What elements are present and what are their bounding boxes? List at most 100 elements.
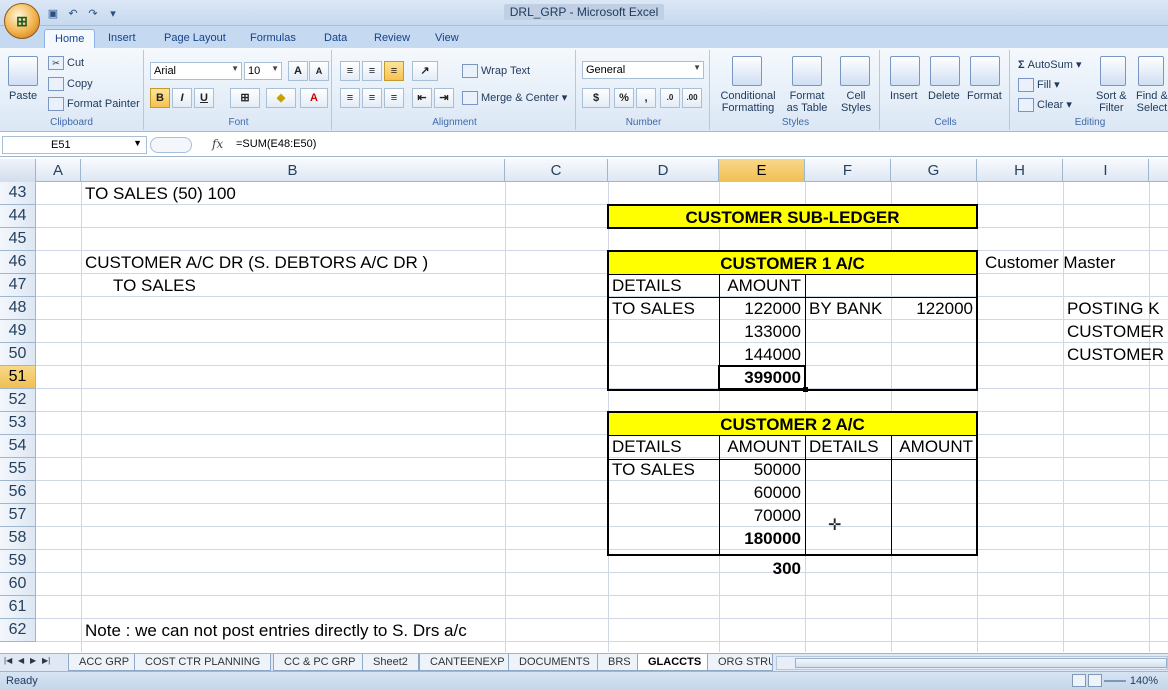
align-left-icon[interactable]: ≡ [340, 88, 360, 108]
decrease-indent-icon[interactable]: ⇤ [412, 88, 432, 108]
cell-e58[interactable]: 180000 [719, 527, 805, 550]
align-bottom-icon[interactable]: ≡ [384, 61, 404, 81]
align-center-icon[interactable]: ≡ [362, 88, 382, 108]
sheet-tab-cost-ctr-planning[interactable]: COST CTR PLANNING [134, 654, 272, 671]
cell-e47[interactable]: AMOUNT [719, 274, 805, 297]
cell-f54[interactable]: DETAILS [805, 435, 891, 458]
zoom-slider[interactable] [1104, 680, 1126, 682]
sheet-tab-canteenexp[interactable]: CANTEENEXP [419, 654, 516, 671]
office-button[interactable]: ⊞ [4, 3, 40, 39]
format-as-table-button[interactable]: Format as Table [782, 90, 832, 114]
align-middle-icon[interactable]: ≡ [362, 61, 382, 81]
sheet-tab-cc-pc-grp[interactable]: CC & PC GRP [273, 654, 367, 671]
row-header[interactable]: 58 [0, 527, 36, 550]
cell-d48[interactable]: TO SALES [608, 297, 719, 320]
cut-button[interactable]: ✂ Cut [48, 56, 84, 70]
tab-insert[interactable]: Insert [98, 29, 146, 48]
sort-filter-button[interactable]: Sort & Filter [1096, 90, 1127, 114]
sheet-tab-glaccts[interactable]: GLACCTS [637, 654, 713, 671]
increase-decimal-icon[interactable]: .0 [660, 88, 680, 108]
row-header[interactable]: 62 [0, 619, 36, 642]
formula-input[interactable]: =SUM(E48:E50) [236, 138, 316, 150]
column-header-g[interactable]: G [891, 159, 977, 182]
orientation-icon[interactable]: ↗ [412, 61, 438, 81]
wrap-text-button[interactable]: Wrap Text [462, 64, 530, 78]
font-size-combo[interactable]: 10 ▼ [244, 62, 282, 80]
cell-e48[interactable]: 122000 [719, 297, 805, 320]
insert-cells-button[interactable]: Insert [890, 90, 918, 102]
sheet-tab-org-stru[interactable]: ORG STRU [707, 654, 773, 671]
row-header[interactable]: 54 [0, 435, 36, 458]
cell-e59[interactable]: 300 [719, 557, 805, 580]
cell-e55[interactable]: 50000 [719, 458, 805, 481]
select-all-button[interactable] [0, 159, 36, 182]
copy-button[interactable]: Copy [48, 77, 93, 91]
tab-data[interactable]: Data [314, 29, 357, 48]
cell-e57[interactable]: 70000 [719, 504, 805, 527]
row-header[interactable]: 47 [0, 274, 36, 297]
cell-h46[interactable]: Customer Master [981, 251, 1151, 274]
sheet-tab-acc-grp[interactable]: ACC GRP [68, 654, 141, 671]
row-header[interactable]: 61 [0, 596, 36, 619]
sheet-tab-brs[interactable]: BRS [597, 654, 642, 671]
cell-i49[interactable]: CUSTOMER [1063, 320, 1168, 343]
column-header-c[interactable]: C [505, 159, 608, 182]
format-painter-button[interactable]: Format Painter [48, 97, 140, 111]
row-header[interactable]: 49 [0, 320, 36, 343]
row-header[interactable]: 52 [0, 389, 36, 412]
column-header-e[interactable]: E [719, 159, 805, 182]
fill-button[interactable]: Fill ▾ [1018, 78, 1060, 93]
cell-b43[interactable]: TO SALES (50) 100 [81, 182, 505, 205]
row-header[interactable]: 53 [0, 412, 36, 435]
cell-i50[interactable]: CUSTOMER [1063, 343, 1168, 366]
prev-sheet-icon[interactable]: ◀ [18, 656, 24, 665]
cell-g54[interactable]: AMOUNT [891, 435, 977, 458]
paste-button[interactable]: Paste [9, 90, 37, 102]
column-header-b[interactable]: B [81, 159, 505, 182]
borders-button[interactable]: ⊞ [230, 88, 260, 108]
row-header[interactable]: 57 [0, 504, 36, 527]
column-header-h[interactable]: H [977, 159, 1063, 182]
grow-font-button[interactable]: A [288, 61, 308, 81]
cell-styles-button[interactable]: Cell Styles [834, 90, 878, 114]
increase-indent-icon[interactable]: ⇥ [434, 88, 454, 108]
cell-b46[interactable]: CUSTOMER A/C DR (S. DEBTORS A/C DR ) [81, 251, 505, 274]
delete-cells-button[interactable]: Delete [928, 90, 960, 102]
cell-e56[interactable]: 60000 [719, 481, 805, 504]
find-select-button[interactable]: Find & Select [1136, 90, 1168, 114]
worksheet-grid[interactable]: 43 44 45 46 47 48 49 50 51 52 53 54 55 5… [0, 182, 1168, 652]
paste-icon[interactable] [8, 56, 38, 86]
sheet-tab-documents[interactable]: DOCUMENTS [508, 654, 601, 671]
insert-function-icon[interactable]: fx [212, 137, 223, 151]
normal-view-icon[interactable] [1072, 674, 1086, 687]
tab-formulas[interactable]: Formulas [240, 29, 306, 48]
row-header[interactable]: 46 [0, 251, 36, 274]
cell-d47[interactable]: DETAILS [608, 274, 719, 297]
comma-button[interactable]: , [636, 88, 656, 108]
horizontal-scrollbar[interactable] [776, 656, 1168, 670]
clear-button[interactable]: Clear ▾ [1018, 98, 1072, 113]
font-name-combo[interactable]: Arial ▼ [150, 62, 242, 80]
horizontal-scroll-thumb[interactable] [795, 658, 1167, 668]
row-header[interactable]: 60 [0, 573, 36, 596]
currency-button[interactable]: $ [582, 88, 610, 108]
cell-f48[interactable]: BY BANK [805, 297, 891, 320]
tab-home[interactable]: Home [44, 29, 96, 48]
zoom-level[interactable]: 140% [1130, 675, 1158, 687]
tab-view[interactable]: View [425, 29, 469, 48]
decrease-decimal-icon[interactable]: .00 [682, 88, 702, 108]
font-color-button[interactable]: A [300, 88, 328, 108]
cell-g48[interactable]: 122000 [891, 297, 977, 320]
formula-bar-resize-handle[interactable] [150, 137, 192, 153]
cell-i48[interactable]: POSTING K [1063, 297, 1168, 320]
conditional-formatting-button[interactable]: Conditional Formatting [718, 90, 778, 114]
cell-e54[interactable]: AMOUNT [719, 435, 805, 458]
cell-d54[interactable]: DETAILS [608, 435, 719, 458]
fill-color-button[interactable]: ◆ [266, 88, 296, 108]
next-sheet-icon[interactable]: ▶ [30, 656, 36, 665]
fill-handle[interactable] [803, 387, 808, 392]
underline-button[interactable]: U [194, 88, 214, 108]
column-header-i[interactable]: I [1063, 159, 1149, 182]
row-header[interactable]: 48 [0, 297, 36, 320]
cell-b47[interactable]: TO SALES [113, 274, 413, 297]
